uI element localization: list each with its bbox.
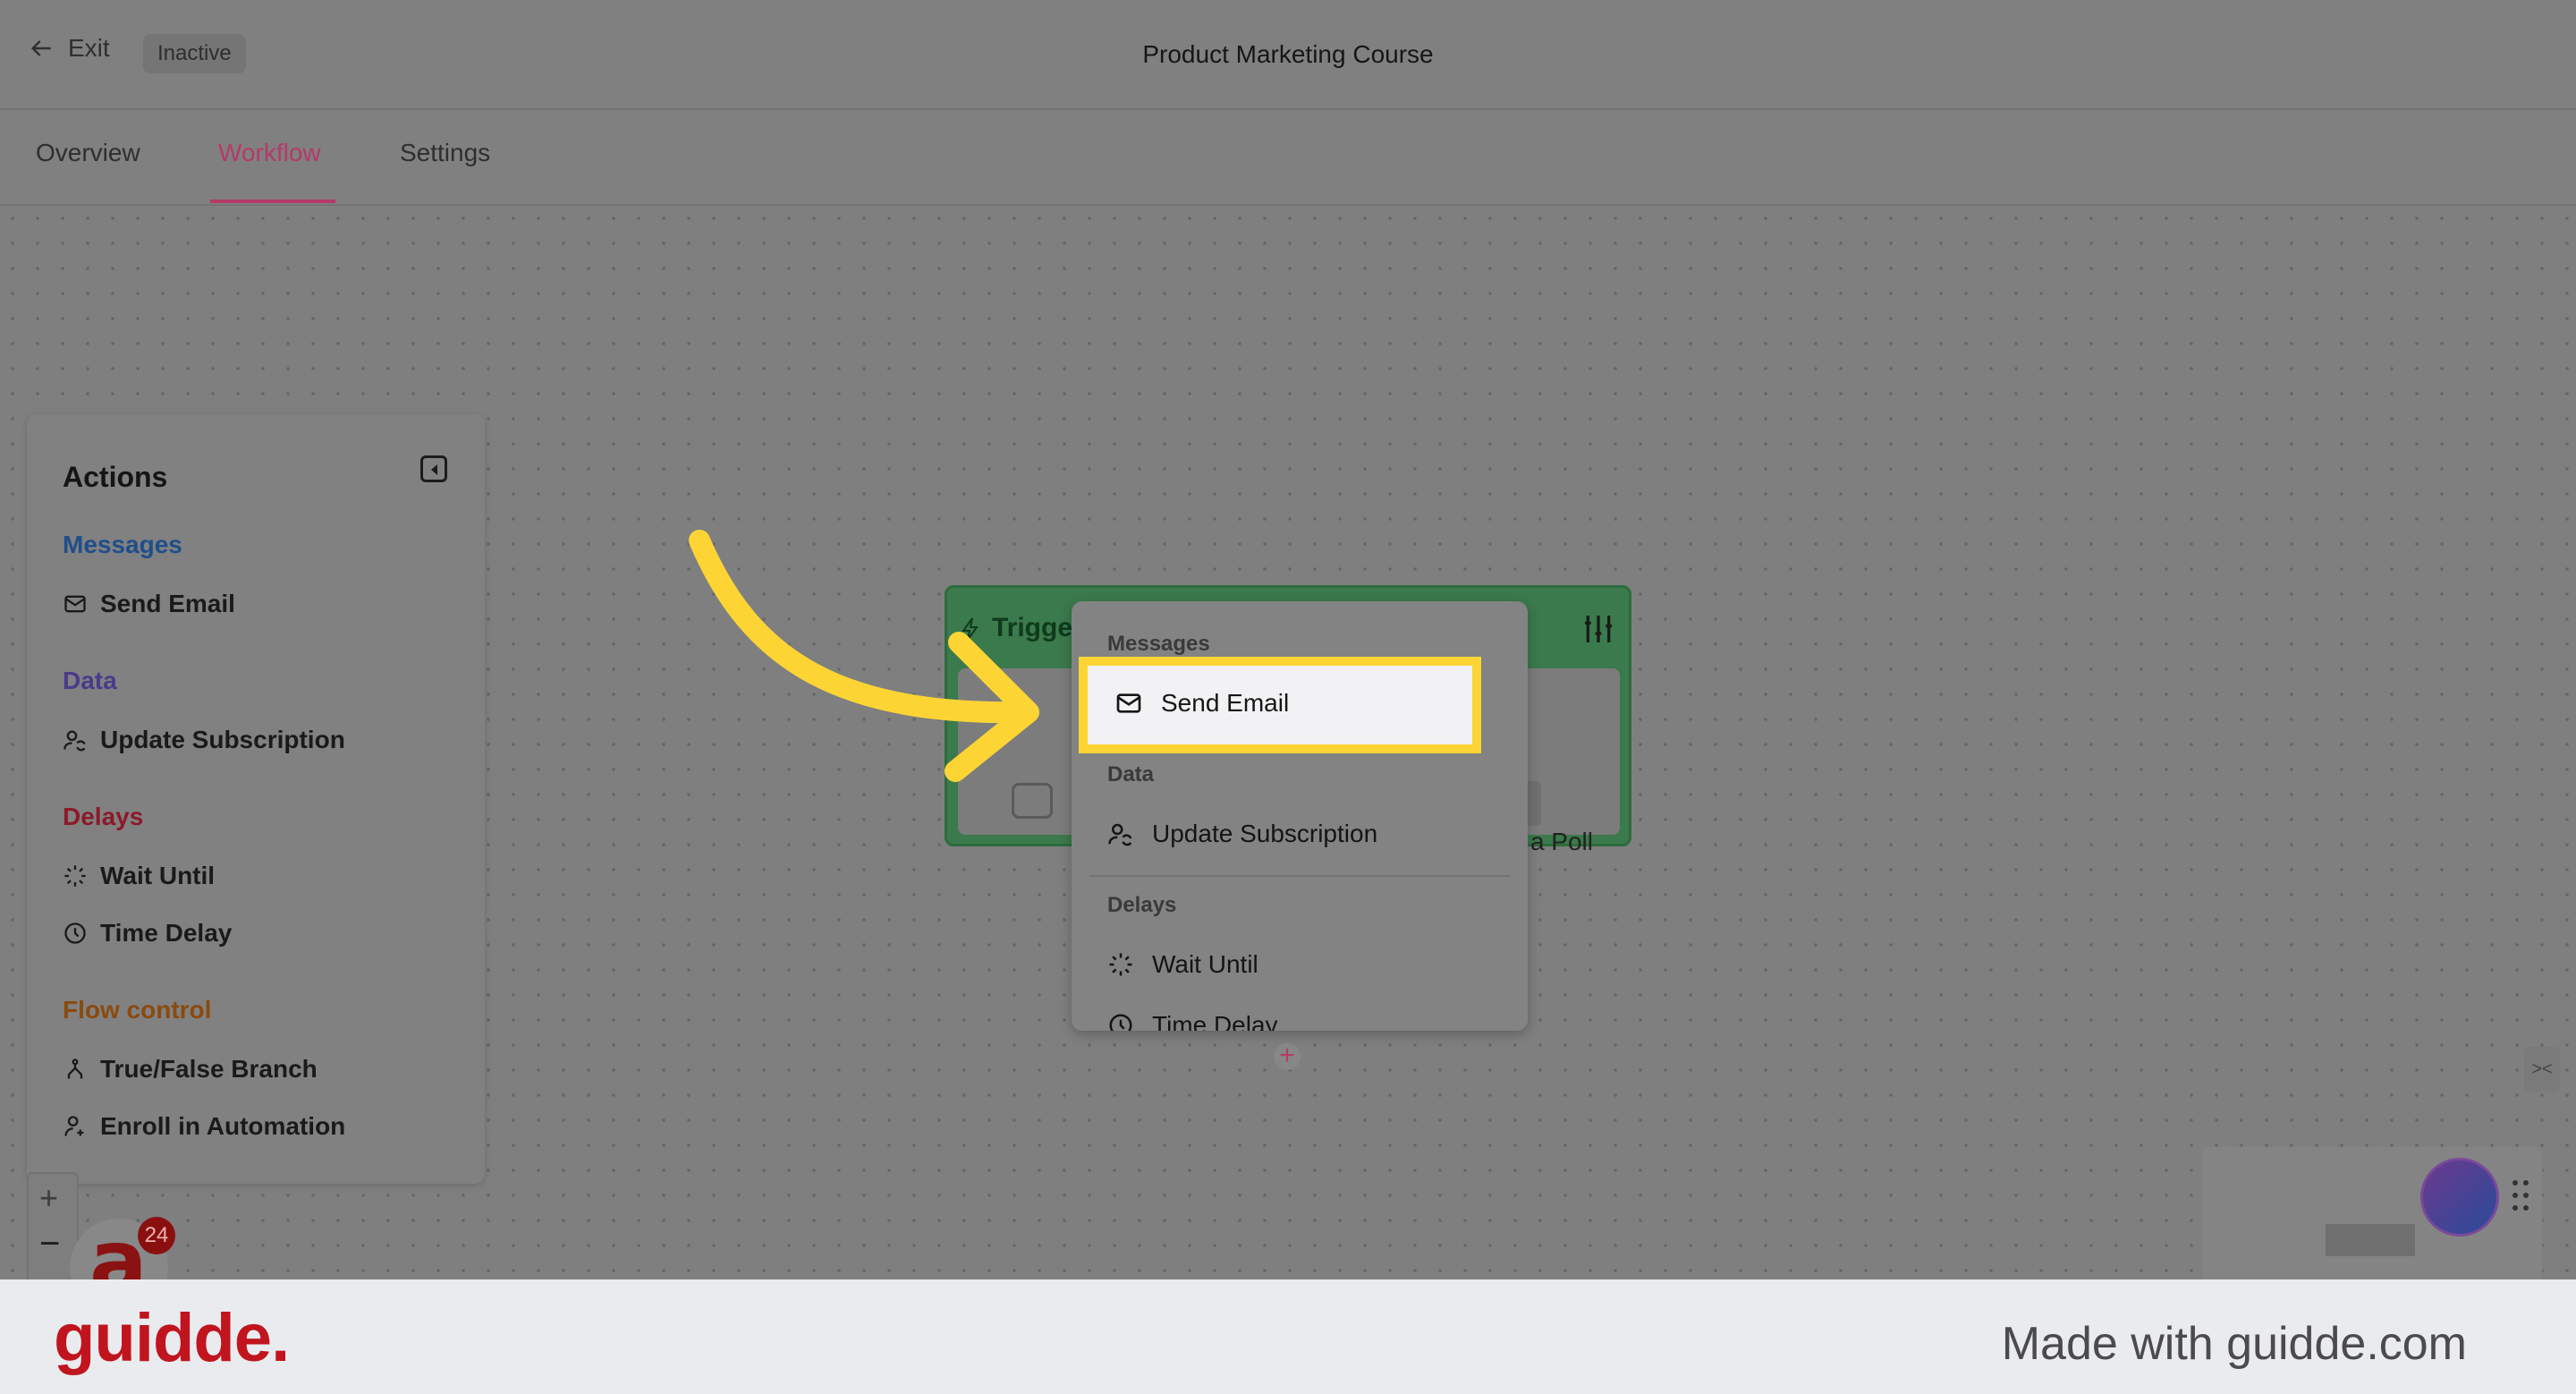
send-email-option[interactable]: Send Email (1114, 689, 1289, 718)
mail-icon (64, 595, 86, 613)
dropdown-section-delays: Delays (1107, 893, 1177, 917)
action-label: True/False Branch (100, 1055, 318, 1083)
notification-count-badge: 24 (138, 1217, 175, 1254)
actions-panel-title: Actions (63, 461, 168, 493)
tab-workflow[interactable]: Workflow (218, 139, 321, 167)
dropdown-item-update-subscription[interactable]: Update Subscription (1107, 820, 1377, 848)
clock-icon (64, 922, 86, 944)
fit-view-button[interactable]: >< (2524, 1047, 2560, 1092)
mail-icon (1116, 693, 1141, 713)
add-step-button[interactable]: + (1274, 1042, 1301, 1070)
dropdown-section-data: Data (1107, 762, 1155, 786)
trigger-body-text: a Poll (1530, 828, 1593, 855)
dropdown-item-label: Wait Until (1152, 950, 1258, 978)
collapse-panel-icon[interactable] (420, 455, 447, 482)
trigger-add-icon[interactable] (1012, 783, 1053, 819)
page-title: Product Marketing Course (1142, 40, 1434, 68)
drag-handle-icon[interactable] (2510, 1177, 2531, 1213)
trigger-label: Trigge (992, 613, 1073, 642)
tab-bar: Overview Workflow Settings (0, 110, 2576, 206)
action-wait-until[interactable]: Wait Until (63, 862, 215, 890)
active-tab-indicator (210, 200, 335, 203)
action-label: Wait Until (100, 862, 216, 889)
dropdown-item-label: Time Delay (1152, 1011, 1278, 1031)
clock-icon (1109, 1014, 1132, 1031)
section-label-data: Data (63, 667, 117, 694)
minimap-node (2326, 1224, 2415, 1256)
action-label: Update Subscription (100, 726, 345, 753)
dropdown-section-messages: Messages (1107, 632, 1210, 656)
loader-icon (64, 865, 86, 887)
tab-settings[interactable]: Settings (400, 139, 490, 167)
action-true-false-branch[interactable]: True/False Branch (63, 1055, 318, 1084)
action-enroll-in-automation[interactable]: Enroll in Automation (63, 1112, 345, 1141)
dropdown-item-label: Send Email (1161, 689, 1290, 717)
zoom-out-button[interactable]: − (39, 1224, 60, 1264)
action-send-email[interactable]: Send Email (63, 590, 235, 618)
bolt-icon (962, 617, 979, 641)
action-update-subscription[interactable]: Update Subscription (63, 726, 345, 754)
user-sync-icon (64, 730, 86, 752)
sliders-icon[interactable] (1580, 611, 1616, 647)
actions-panel: Actions Messages Send Email Data Update … (27, 414, 485, 1184)
top-bar: Exit Inactive Product Marketing Course (0, 0, 2576, 110)
dropdown-item-label: Update Subscription (1152, 820, 1378, 847)
loader-icon (1109, 953, 1132, 976)
action-label: Send Email (100, 590, 235, 617)
user-sync-icon (1108, 823, 1132, 846)
branch-icon (67, 1058, 83, 1079)
ai-assistant-icon[interactable] (2420, 1158, 2499, 1237)
section-label-delays: Delays (63, 803, 144, 830)
action-time-delay[interactable]: Time Delay (63, 919, 232, 948)
guidde-logo[interactable]: guidde. (54, 1299, 290, 1377)
dropdown-divider (1089, 875, 1510, 877)
tab-overview[interactable]: Overview (36, 139, 140, 167)
user-add-icon (64, 1116, 84, 1136)
dropdown-item-send-email[interactable]: Send Email (1079, 657, 1481, 753)
dropdown-item-time-delay[interactable]: Time Delay (1107, 1011, 1278, 1031)
action-label: Time Delay (100, 919, 233, 947)
action-label: Enroll in Automation (100, 1112, 346, 1140)
section-label-messages: Messages (63, 531, 182, 558)
footer-bar: guidde. Made with guidde.com (0, 1279, 2576, 1394)
footer-tagline: Made with guidde.com (2001, 1318, 2467, 1370)
section-label-flow-control: Flow control (63, 996, 212, 1024)
dropdown-item-wait-until[interactable]: Wait Until (1107, 950, 1258, 979)
zoom-in-button[interactable]: + (39, 1179, 58, 1217)
